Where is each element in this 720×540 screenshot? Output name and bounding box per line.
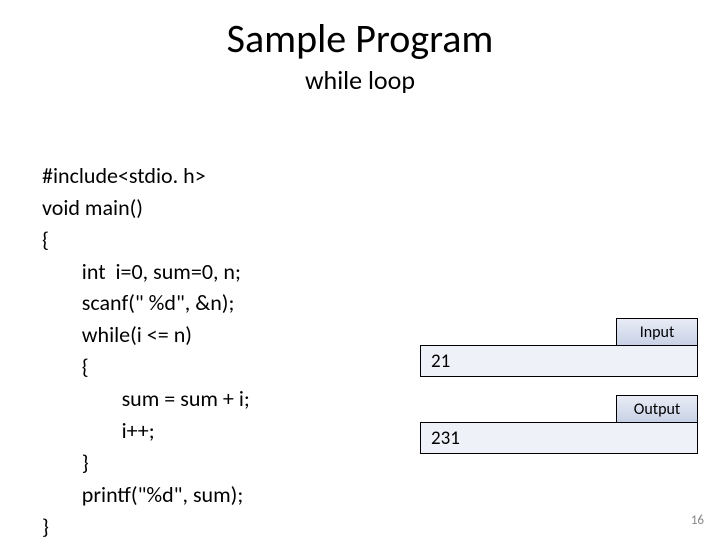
code-line: { xyxy=(42,353,89,380)
code-line: while(i <= n) xyxy=(42,321,192,348)
io-panel: Input 21 Output 231 xyxy=(420,318,698,454)
code-line: { xyxy=(42,226,49,253)
code-line: } xyxy=(42,513,49,540)
input-label: Input xyxy=(616,318,698,346)
code-block: #include<stdio. h> void main() { int i=0… xyxy=(42,128,250,540)
code-line: sum = sum + i; xyxy=(42,385,250,412)
code-line: } xyxy=(42,449,89,476)
slide-title: Sample Program xyxy=(0,14,720,63)
code-line: int i=0, sum=0, n; xyxy=(42,258,241,285)
code-line: #include<stdio. h> xyxy=(42,162,206,189)
code-line: scanf(" %d", &n); xyxy=(42,289,234,316)
output-label: Output xyxy=(616,395,698,423)
code-line: printf("%d", sum); xyxy=(42,481,243,508)
input-value: 21 xyxy=(420,345,698,377)
code-line: void main() xyxy=(42,194,143,221)
slide-subtitle: while loop xyxy=(0,64,720,96)
slide: Sample Program while loop #include<stdio… xyxy=(0,0,720,540)
output-value: 231 xyxy=(420,422,698,454)
code-line: i++; xyxy=(42,417,155,444)
page-number: 16 xyxy=(691,513,704,528)
